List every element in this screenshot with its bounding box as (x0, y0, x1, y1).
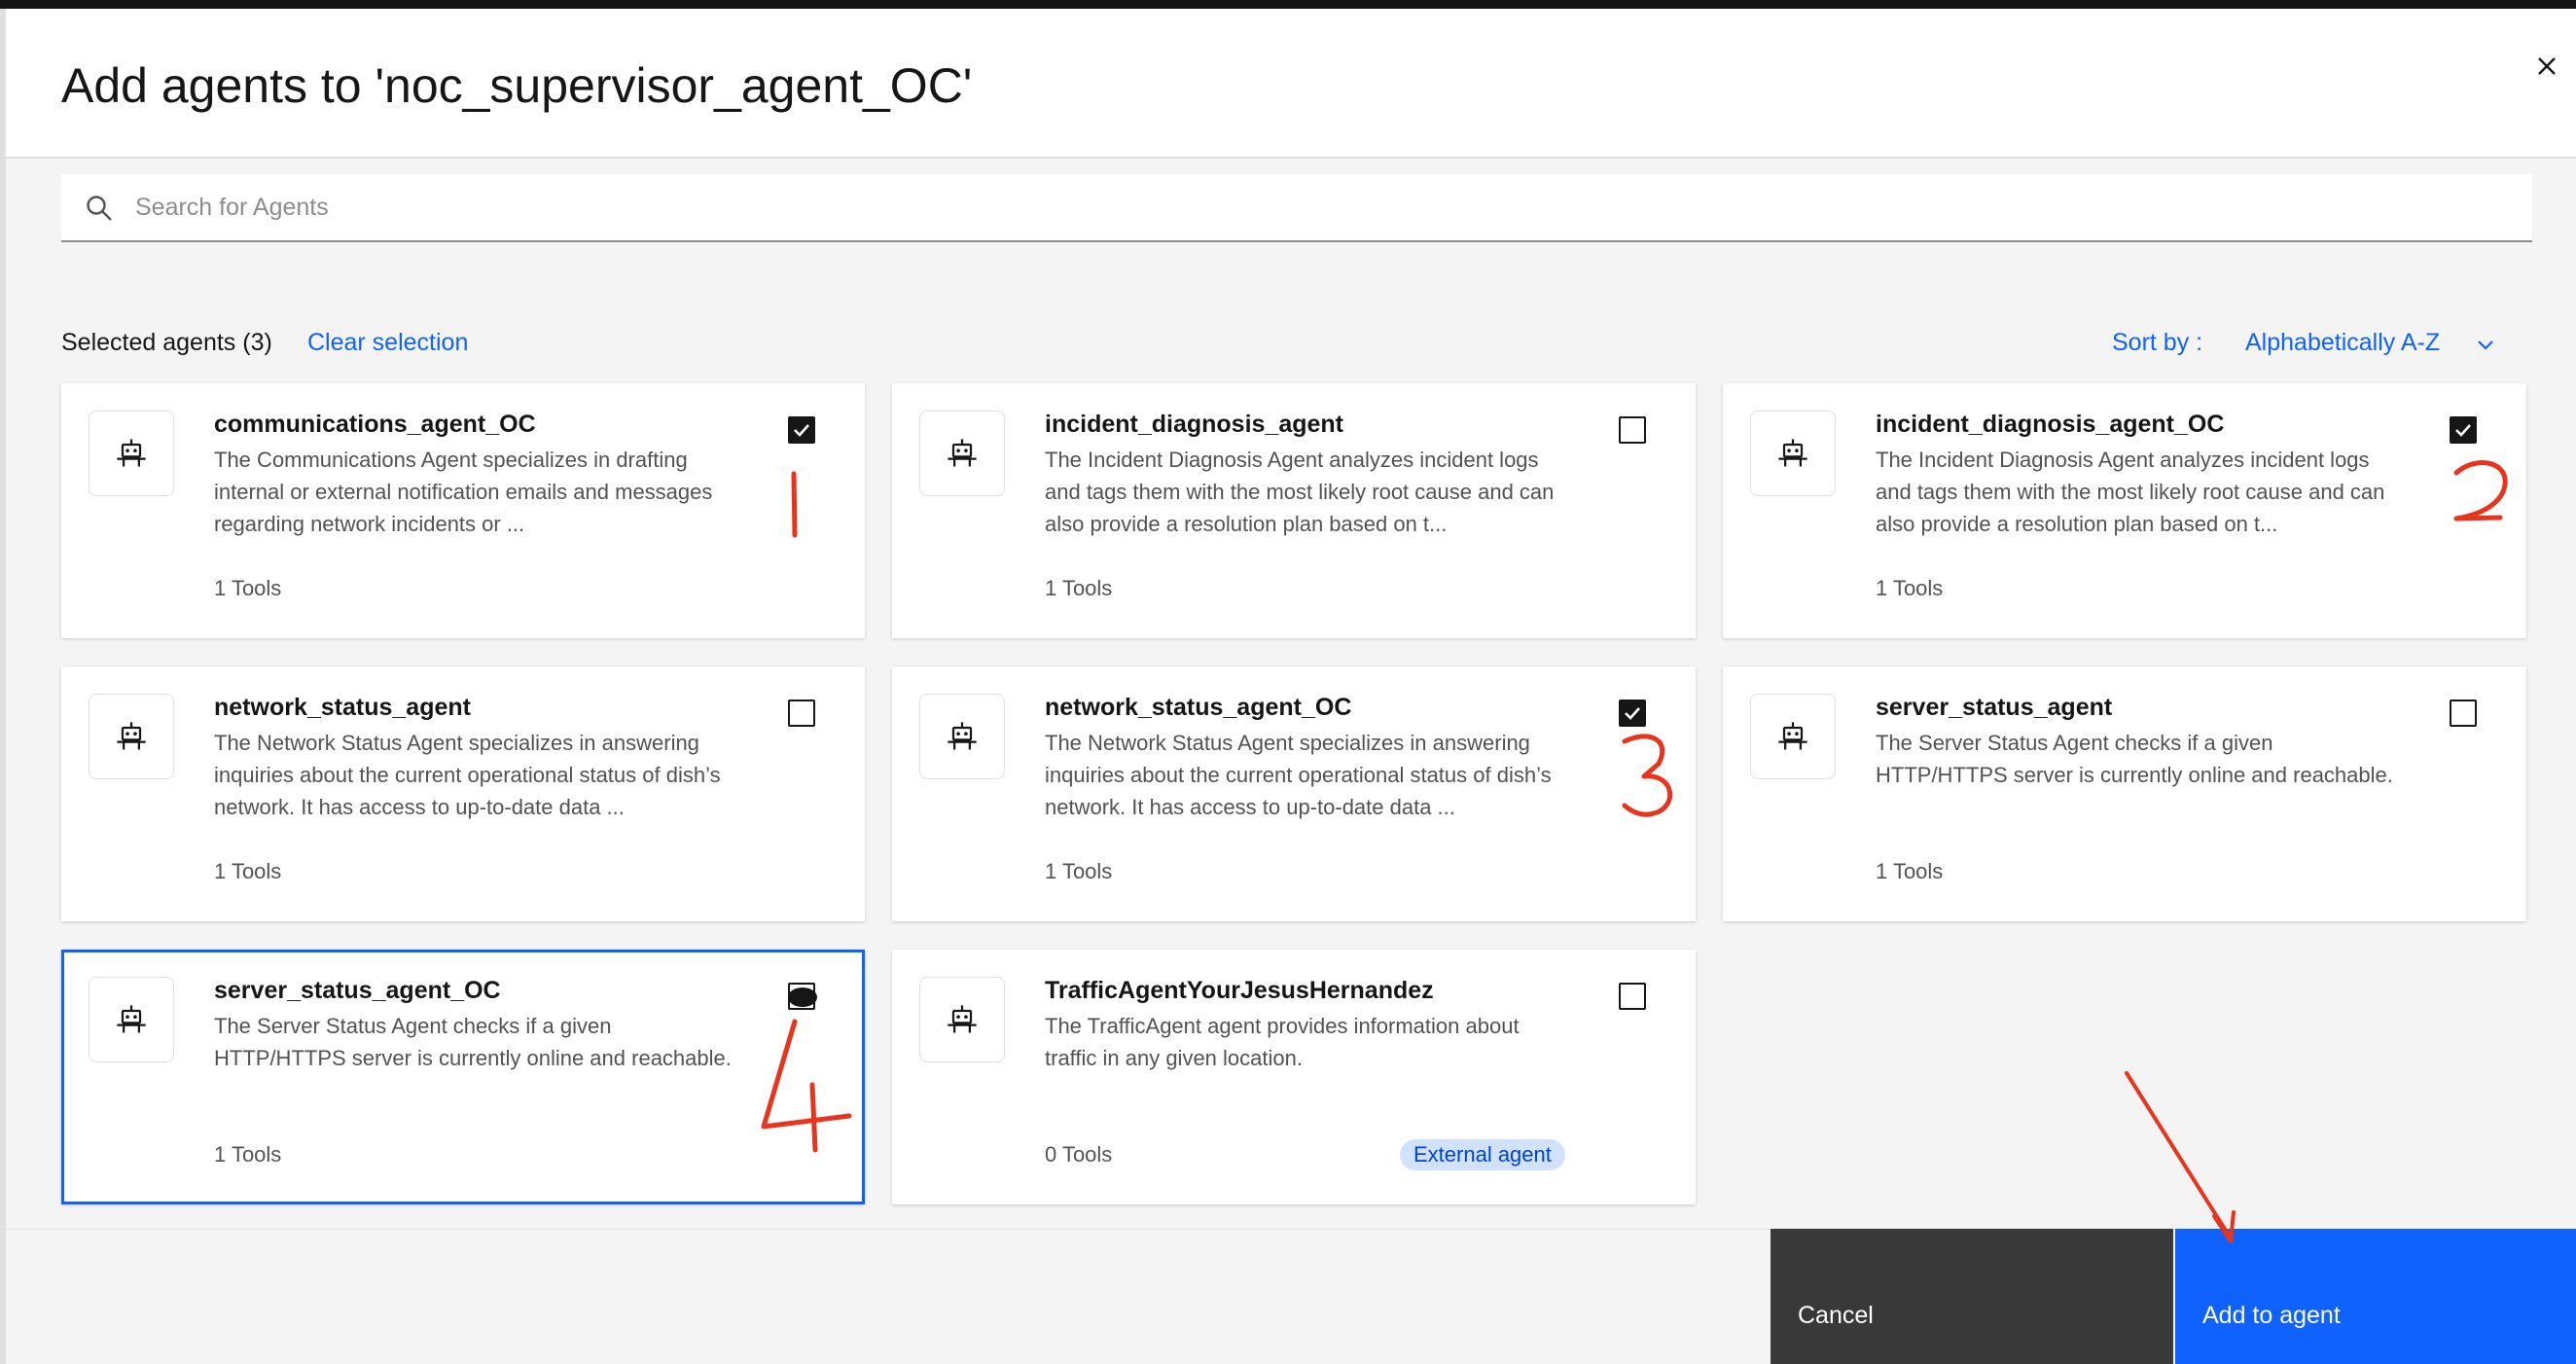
agent-name: incident_diagnosis_agent_OC (1876, 411, 2225, 438)
robot-icon (117, 439, 146, 467)
search-icon (87, 196, 112, 221)
agent-description: The Incident Diagnosis Agent analyzes in… (1045, 448, 1555, 536)
agent-tools-count: 1 Tools (214, 576, 282, 600)
agent-checkbox[interactable] (788, 983, 815, 1010)
search-field[interactable] (61, 174, 2532, 242)
robot-icon (948, 722, 977, 750)
sort-label: Sort by : (2112, 329, 2203, 356)
agent-name: server_status_agent_OC (214, 977, 501, 1004)
agent-checkbox[interactable] (788, 700, 815, 727)
robot-icon (1778, 722, 1807, 750)
add-to-agent-button[interactable]: Add to agent (2175, 1229, 2576, 1364)
close-icon (2538, 57, 2556, 75)
agent-description: The Incident Diagnosis Agent analyzes in… (1876, 448, 2385, 536)
agent-description: The TrafficAgent agent provides informat… (1045, 1014, 1520, 1070)
agent-checkbox[interactable] (1619, 416, 1646, 444)
agent-card[interactable]: TrafficAgentYourJesusHernandez The Traff… (892, 950, 1696, 1204)
sort-dropdown[interactable]: Alphabetically A-Z (2234, 320, 2516, 367)
robot-icon (948, 1005, 977, 1033)
agent-description: The Network Status Agent specializes in … (214, 731, 721, 819)
selected-agents-count: Selected agents (3) (61, 329, 272, 356)
agent-card[interactable]: communications_agent_OC The Communicatio… (61, 383, 865, 638)
agent-card[interactable]: network_status_agent The Network Status … (61, 666, 865, 921)
agent-tools-count: 1 Tools (214, 1142, 282, 1167)
modal-title: Add agents to 'noc_supervisor_agent_OC' (61, 58, 973, 113)
robot-icon (948, 439, 977, 467)
sort-value: Alphabetically A-Z (2245, 329, 2441, 356)
add-agents-modal: Add agents to 'noc_supervisor_agent_OC' … (6, 9, 2576, 1364)
agent-description: The Network Status Agent specializes in … (1045, 731, 1552, 819)
agent-tools-count: 1 Tools (1876, 859, 1944, 883)
close-button[interactable] (2519, 38, 2575, 94)
agent-avatar (919, 411, 1005, 496)
agent-checkbox[interactable] (788, 416, 815, 444)
agent-name: network_status_agent_OC (1045, 694, 1352, 721)
agent-avatar (89, 977, 174, 1062)
agent-name: communications_agent_OC (214, 411, 536, 438)
agent-avatar (1750, 411, 1836, 496)
agent-tools-count: 1 Tools (214, 859, 282, 883)
agent-card[interactable]: server_status_agent_OC The Server Status… (61, 950, 865, 1204)
agent-avatar (89, 694, 174, 779)
agent-card[interactable]: incident_diagnosis_agent_OC The Incident… (1723, 383, 2526, 638)
agent-name: TrafficAgentYourJesusHernandez (1045, 977, 1434, 1004)
agent-avatar (919, 694, 1005, 779)
agent-checkbox[interactable] (2450, 416, 2477, 444)
chevron-down-icon (2478, 341, 2493, 350)
agent-tools-count: 1 Tools (1045, 576, 1113, 600)
search-input[interactable] (135, 174, 2509, 240)
checkmark-icon (794, 424, 809, 437)
agent-tools-count: 1 Tools (1045, 859, 1113, 883)
checkmark-icon (2455, 424, 2471, 437)
robot-icon (117, 1005, 146, 1033)
agent-checkbox[interactable] (1619, 700, 1646, 727)
modal-header: Add agents to 'noc_supervisor_agent_OC' (6, 9, 2576, 159)
agent-tools-count: 0 Tools (1045, 1142, 1113, 1167)
agent-avatar (89, 411, 174, 496)
agent-description: The Server Status Agent checks if a give… (214, 1014, 732, 1070)
agent-avatar (1750, 694, 1836, 779)
robot-icon (117, 722, 146, 750)
agent-tools-count: 1 Tools (1876, 576, 1944, 600)
agent-card[interactable]: server_status_agent The Server Status Ag… (1723, 666, 2526, 921)
agent-name: incident_diagnosis_agent (1045, 411, 1344, 438)
modal-footer: Cancel Add to agent (1771, 1229, 2576, 1364)
footer-background (6, 1229, 1771, 1364)
agent-avatar (919, 977, 1005, 1062)
agent-checkbox[interactable] (2450, 700, 2477, 727)
agent-description: The Communications Agent specializes in … (214, 448, 713, 536)
agent-card[interactable]: network_status_agent_OC The Network Stat… (892, 666, 1696, 921)
agent-name: server_status_agent (1876, 694, 2113, 721)
agent-checkbox[interactable] (1619, 983, 1646, 1010)
robot-icon (1778, 439, 1807, 467)
agent-card[interactable]: incident_diagnosis_agent The Incident Di… (892, 383, 1696, 638)
checkmark-icon (1625, 707, 1640, 720)
agent-name: network_status_agent (214, 694, 471, 721)
clear-selection-link[interactable]: Clear selection (307, 329, 468, 357)
cancel-button[interactable]: Cancel (1771, 1229, 2173, 1364)
window-top-bar (0, 0, 2576, 9)
external-agent-badge: External agent (1400, 1139, 1565, 1170)
agent-description: The Server Status Agent checks if a give… (1876, 731, 2393, 787)
